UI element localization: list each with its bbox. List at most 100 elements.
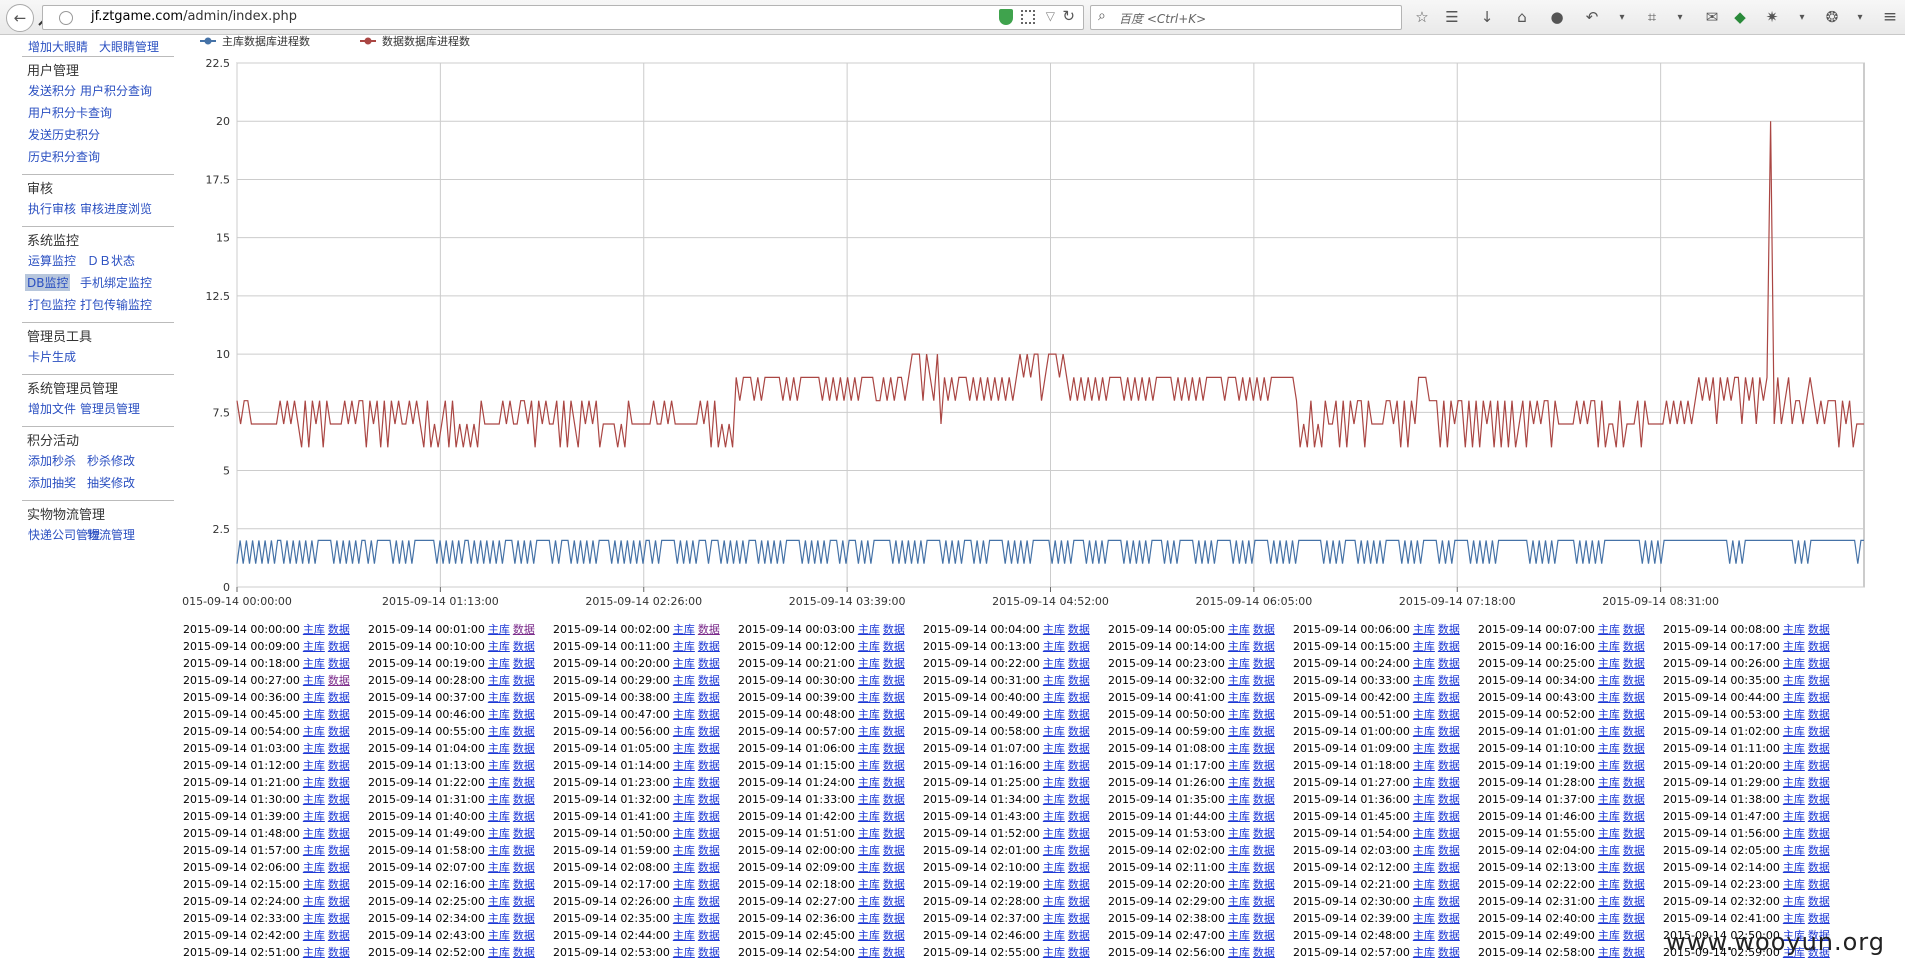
- primary-db-link[interactable]: 主库: [1598, 929, 1620, 942]
- primary-db-link[interactable]: 主库: [303, 827, 325, 840]
- primary-db-link[interactable]: 主库: [488, 810, 510, 823]
- primary-db-link[interactable]: 主库: [488, 827, 510, 840]
- primary-db-link[interactable]: 主库: [1228, 640, 1250, 653]
- primary-db-link[interactable]: 主库: [673, 725, 695, 738]
- sidebar-link[interactable]: 物流管理: [87, 526, 135, 543]
- primary-db-link[interactable]: 主库: [858, 895, 880, 908]
- primary-db-link[interactable]: 主库: [858, 708, 880, 721]
- data-db-link[interactable]: 数据: [513, 895, 535, 908]
- primary-db-link[interactable]: 主库: [673, 623, 695, 636]
- data-db-link[interactable]: 数据: [1623, 827, 1645, 840]
- primary-db-link[interactable]: 主库: [488, 946, 510, 959]
- primary-db-link[interactable]: 主库: [858, 640, 880, 653]
- data-db-link[interactable]: 数据: [1623, 861, 1645, 874]
- sidebar-link[interactable]: 管理员管理: [80, 400, 140, 417]
- data-db-link[interactable]: 数据: [1253, 844, 1275, 857]
- primary-db-link[interactable]: 主库: [1413, 725, 1435, 738]
- primary-db-link[interactable]: 主库: [303, 657, 325, 670]
- data-db-link[interactable]: 数据: [883, 810, 905, 823]
- primary-db-link[interactable]: 主库: [1043, 946, 1065, 959]
- data-db-link[interactable]: 数据: [1253, 657, 1275, 670]
- primary-db-link[interactable]: 主库: [303, 861, 325, 874]
- primary-db-link[interactable]: 主库: [303, 691, 325, 704]
- primary-db-link[interactable]: 主库: [1413, 895, 1435, 908]
- sidebar-link[interactable]: 打包监控: [28, 296, 76, 313]
- data-db-link[interactable]: 数据: [1808, 725, 1830, 738]
- sidebar-link[interactable]: 用户积分卡查询: [28, 104, 112, 121]
- sidebar-link[interactable]: 大眼睛管理: [99, 38, 159, 55]
- primary-db-link[interactable]: 主库: [1598, 759, 1620, 772]
- shield-icon[interactable]: ◆: [1728, 5, 1752, 29]
- primary-db-link[interactable]: 主库: [858, 929, 880, 942]
- data-db-link[interactable]: 数据: [1623, 623, 1645, 636]
- sidebar-link[interactable]: DB监控: [25, 274, 71, 291]
- primary-db-link[interactable]: 主库: [1783, 895, 1805, 908]
- data-db-link[interactable]: 数据: [1808, 623, 1830, 636]
- data-db-link[interactable]: 数据: [1253, 708, 1275, 721]
- data-db-link[interactable]: 数据: [883, 657, 905, 670]
- primary-db-link[interactable]: 主库: [488, 776, 510, 789]
- chat-icon[interactable]: ●: [1545, 5, 1569, 29]
- primary-db-link[interactable]: 主库: [488, 844, 510, 857]
- data-db-link[interactable]: 数据: [513, 708, 535, 721]
- crop-icon[interactable]: ⌗: [1640, 5, 1664, 29]
- primary-db-link[interactable]: 主库: [488, 759, 510, 772]
- primary-db-link[interactable]: 主库: [1598, 623, 1620, 636]
- primary-db-link[interactable]: 主库: [858, 844, 880, 857]
- primary-db-link[interactable]: 主库: [1413, 708, 1435, 721]
- primary-db-link[interactable]: 主库: [1413, 861, 1435, 874]
- primary-db-link[interactable]: 主库: [1228, 861, 1250, 874]
- primary-db-link[interactable]: 主库: [303, 759, 325, 772]
- primary-db-link[interactable]: 主库: [1228, 759, 1250, 772]
- primary-db-link[interactable]: 主库: [488, 912, 510, 925]
- primary-db-link[interactable]: 主库: [1598, 878, 1620, 891]
- data-db-link[interactable]: 数据: [513, 827, 535, 840]
- primary-db-link[interactable]: 主库: [858, 691, 880, 704]
- data-db-link[interactable]: 数据: [1623, 929, 1645, 942]
- data-db-link[interactable]: 数据: [1438, 640, 1460, 653]
- data-db-link[interactable]: 数据: [883, 878, 905, 891]
- primary-db-link[interactable]: 主库: [488, 708, 510, 721]
- data-db-link[interactable]: 数据: [698, 759, 720, 772]
- primary-db-link[interactable]: 主库: [1228, 776, 1250, 789]
- primary-db-link[interactable]: 主库: [1043, 708, 1065, 721]
- data-db-link[interactable]: 数据: [1253, 827, 1275, 840]
- data-db-link[interactable]: 数据: [1623, 742, 1645, 755]
- primary-db-link[interactable]: 主库: [1598, 742, 1620, 755]
- data-db-link[interactable]: 数据: [328, 878, 350, 891]
- data-db-link[interactable]: 数据: [698, 657, 720, 670]
- primary-db-link[interactable]: 主库: [1783, 912, 1805, 925]
- primary-db-link[interactable]: 主库: [1598, 657, 1620, 670]
- data-db-link[interactable]: 数据: [328, 929, 350, 942]
- primary-db-link[interactable]: 主库: [673, 674, 695, 687]
- data-db-link[interactable]: 数据: [1438, 946, 1460, 959]
- data-db-link[interactable]: 数据: [698, 725, 720, 738]
- home-icon[interactable]: ⌂: [1510, 5, 1534, 29]
- data-db-link[interactable]: 数据: [513, 742, 535, 755]
- primary-db-link[interactable]: 主库: [1783, 759, 1805, 772]
- primary-db-link[interactable]: 主库: [673, 691, 695, 704]
- primary-db-link[interactable]: 主库: [673, 861, 695, 874]
- data-db-link[interactable]: 数据: [698, 895, 720, 908]
- primary-db-link[interactable]: 主库: [1413, 844, 1435, 857]
- primary-db-link[interactable]: 主库: [673, 827, 695, 840]
- data-db-link[interactable]: 数据: [328, 725, 350, 738]
- primary-db-link[interactable]: 主库: [858, 793, 880, 806]
- primary-db-link[interactable]: 主库: [488, 674, 510, 687]
- primary-db-link[interactable]: 主库: [1783, 742, 1805, 755]
- sidebar-link[interactable]: 卡片生成: [28, 348, 76, 365]
- primary-db-link[interactable]: 主库: [1228, 691, 1250, 704]
- primary-db-link[interactable]: 主库: [1783, 878, 1805, 891]
- primary-db-link[interactable]: 主库: [1228, 708, 1250, 721]
- data-db-link[interactable]: 数据: [513, 929, 535, 942]
- star-icon[interactable]: ☆: [1410, 5, 1434, 29]
- sidebar-link[interactable]: ＤＢ状态: [87, 252, 135, 269]
- shield-check-icon[interactable]: [999, 9, 1013, 25]
- data-db-link[interactable]: 数据: [1068, 674, 1090, 687]
- data-db-link[interactable]: 数据: [1068, 878, 1090, 891]
- primary-db-link[interactable]: 主库: [673, 810, 695, 823]
- primary-db-link[interactable]: 主库: [1043, 691, 1065, 704]
- primary-db-link[interactable]: 主库: [303, 640, 325, 653]
- primary-db-link[interactable]: 主库: [1043, 895, 1065, 908]
- data-db-link[interactable]: 数据: [1438, 810, 1460, 823]
